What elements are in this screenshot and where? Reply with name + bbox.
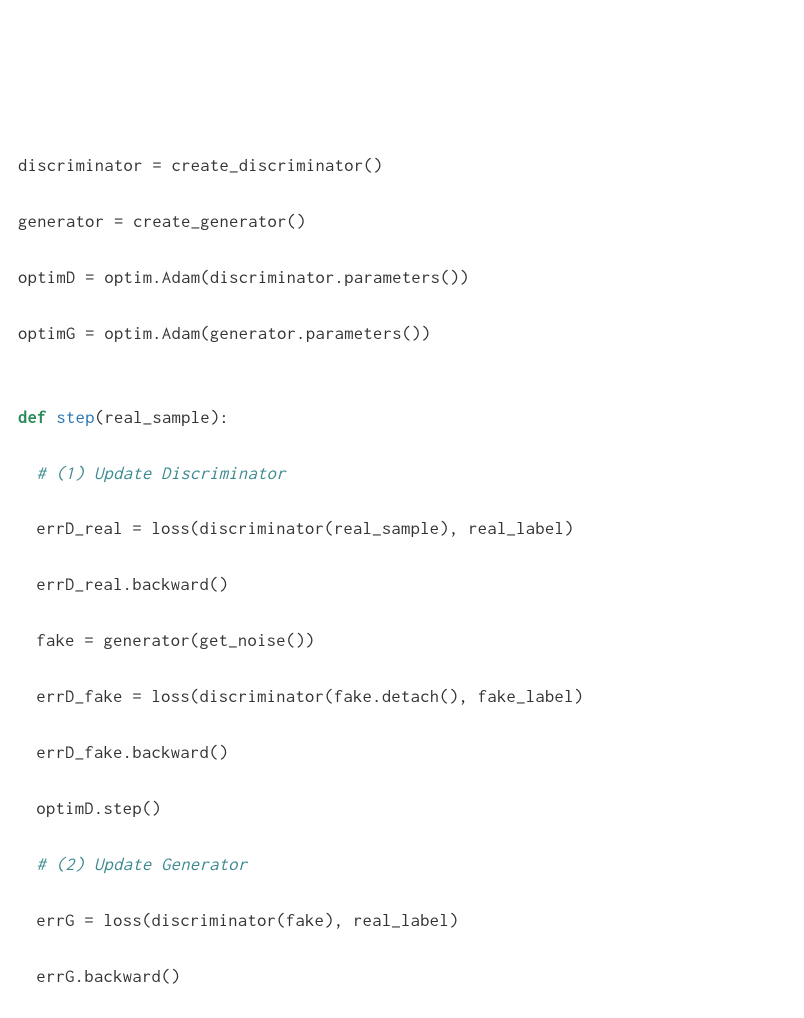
keyword-def: def <box>18 408 47 427</box>
function-name: step <box>56 408 94 427</box>
code-text: errG = loss(discriminator(fake), real_la… <box>36 911 458 930</box>
comment: # (2) Update Generator <box>36 855 247 874</box>
code-line: errD_fake = loss(discriminator(fake.deta… <box>18 683 786 711</box>
code-line: errD_real.backward() <box>18 571 786 599</box>
code-text: errD_real.backward() <box>36 575 228 594</box>
code-line: fake = generator(get_noise()) <box>18 627 786 655</box>
code-line: # (1) Update Discriminator <box>18 460 786 488</box>
code-line: discriminator = create_discriminator() <box>18 152 786 180</box>
code-line: generator = create_generator() <box>18 208 786 236</box>
code-text: optimD.step() <box>36 799 161 818</box>
code-line: optimD = optim.Adam(discriminator.parame… <box>18 264 786 292</box>
code-text: (real_sample): <box>95 408 229 427</box>
code-text <box>47 408 57 427</box>
code-text: generator = create_generator() <box>18 212 306 231</box>
code-text: discriminator = create_discriminator() <box>18 156 383 175</box>
code-line: def step(real_sample): <box>18 404 786 432</box>
code-line: errD_real = loss(discriminator(real_samp… <box>18 515 786 543</box>
code-text: fake = generator(get_noise()) <box>36 631 314 650</box>
code-line: errG = loss(discriminator(fake), real_la… <box>18 907 786 935</box>
code-text: errD_real = loss(discriminator(real_samp… <box>36 519 573 538</box>
code-block: discriminator = create_discriminator() g… <box>18 124 786 1018</box>
code-line: errG.backward() <box>18 963 786 991</box>
code-text: errD_fake.backward() <box>36 743 228 762</box>
code-text: errD_fake = loss(discriminator(fake.deta… <box>36 687 583 706</box>
comment: # (1) Update Discriminator <box>36 464 285 483</box>
code-text: optimG = optim.Adam(generator.parameters… <box>18 324 431 343</box>
code-text: errG.backward() <box>36 967 180 986</box>
code-line: # (2) Update Generator <box>18 851 786 879</box>
code-line: optimG = optim.Adam(generator.parameters… <box>18 320 786 348</box>
code-line: errD_fake.backward() <box>18 739 786 767</box>
code-text: optimD = optim.Adam(discriminator.parame… <box>18 268 469 287</box>
code-line: optimD.step() <box>18 795 786 823</box>
